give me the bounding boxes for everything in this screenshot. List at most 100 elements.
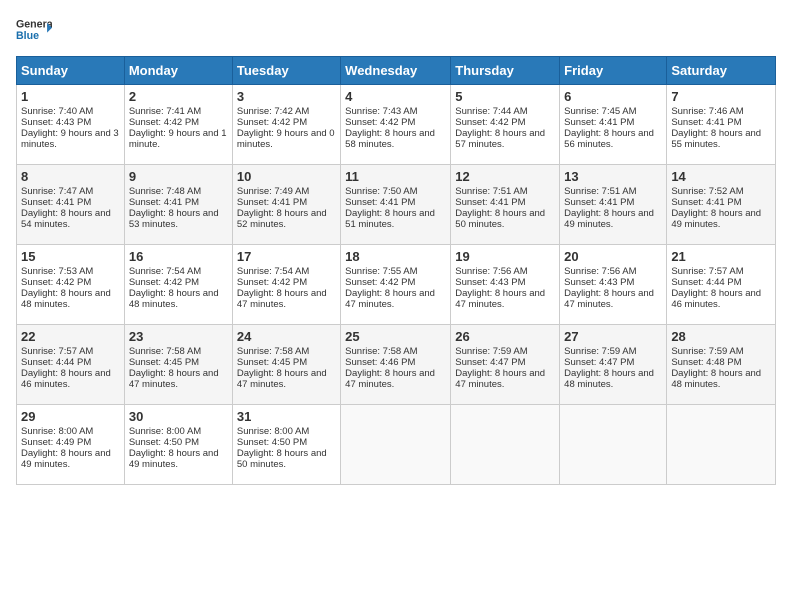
header: General Blue [16, 16, 776, 46]
sunset: Sunset: 4:41 PM [564, 197, 634, 208]
sunset: Sunset: 4:49 PM [21, 437, 91, 448]
day-number: 11 [345, 169, 446, 184]
day-number: 27 [564, 329, 662, 344]
sunset: Sunset: 4:41 PM [671, 197, 741, 208]
empty-cell [341, 405, 451, 485]
main-container: General Blue SundayMondayTuesdayWednesda… [0, 0, 792, 493]
day-number: 2 [129, 89, 228, 104]
sunrise: Sunrise: 7:57 AM [21, 346, 93, 357]
sunset: Sunset: 4:41 PM [455, 197, 525, 208]
day-number: 26 [455, 329, 555, 344]
sunrise: Sunrise: 7:48 AM [129, 186, 201, 197]
logo-icon: General Blue [16, 16, 52, 46]
sunrise: Sunrise: 7:58 AM [129, 346, 201, 357]
daylight: Daylight: 8 hours and 58 minutes. [345, 128, 435, 150]
daylight: Daylight: 8 hours and 48 minutes. [564, 368, 654, 390]
daylight: Daylight: 8 hours and 47 minutes. [455, 368, 545, 390]
day-number: 30 [129, 409, 228, 424]
day-cell-8: 8Sunrise: 7:47 AMSunset: 4:41 PMDaylight… [17, 165, 125, 245]
sunset: Sunset: 4:42 PM [237, 117, 307, 128]
empty-cell [667, 405, 776, 485]
day-number: 18 [345, 249, 446, 264]
day-cell-4: 4Sunrise: 7:43 AMSunset: 4:42 PMDaylight… [341, 85, 451, 165]
column-header-thursday: Thursday [451, 57, 560, 85]
day-number: 24 [237, 329, 336, 344]
sunrise: Sunrise: 7:45 AM [564, 106, 636, 117]
day-number: 15 [21, 249, 120, 264]
sunrise: Sunrise: 7:52 AM [671, 186, 743, 197]
daylight: Daylight: 8 hours and 53 minutes. [129, 208, 219, 230]
sunrise: Sunrise: 7:57 AM [671, 266, 743, 277]
daylight: Daylight: 8 hours and 47 minutes. [345, 288, 435, 310]
week-row-5: 29Sunrise: 8:00 AMSunset: 4:49 PMDayligh… [17, 405, 776, 485]
day-cell-26: 26Sunrise: 7:59 AMSunset: 4:47 PMDayligh… [451, 325, 560, 405]
daylight: Daylight: 8 hours and 48 minutes. [671, 368, 761, 390]
sunset: Sunset: 4:47 PM [455, 357, 525, 368]
sunset: Sunset: 4:41 PM [345, 197, 415, 208]
day-cell-16: 16Sunrise: 7:54 AMSunset: 4:42 PMDayligh… [124, 245, 232, 325]
day-number: 20 [564, 249, 662, 264]
daylight: Daylight: 8 hours and 52 minutes. [237, 208, 327, 230]
day-cell-14: 14Sunrise: 7:52 AMSunset: 4:41 PMDayligh… [667, 165, 776, 245]
sunset: Sunset: 4:50 PM [129, 437, 199, 448]
sunrise: Sunrise: 7:55 AM [345, 266, 417, 277]
sunset: Sunset: 4:43 PM [564, 277, 634, 288]
calendar-table: SundayMondayTuesdayWednesdayThursdayFrid… [16, 56, 776, 485]
daylight: Daylight: 9 hours and 0 minutes. [237, 128, 335, 150]
sunrise: Sunrise: 7:49 AM [237, 186, 309, 197]
day-cell-12: 12Sunrise: 7:51 AMSunset: 4:41 PMDayligh… [451, 165, 560, 245]
daylight: Daylight: 8 hours and 49 minutes. [671, 208, 761, 230]
daylight: Daylight: 9 hours and 1 minute. [129, 128, 227, 150]
sunrise: Sunrise: 7:43 AM [345, 106, 417, 117]
day-cell-13: 13Sunrise: 7:51 AMSunset: 4:41 PMDayligh… [560, 165, 667, 245]
daylight: Daylight: 8 hours and 50 minutes. [455, 208, 545, 230]
daylight: Daylight: 8 hours and 46 minutes. [21, 368, 111, 390]
day-cell-31: 31Sunrise: 8:00 AMSunset: 4:50 PMDayligh… [232, 405, 340, 485]
sunset: Sunset: 4:45 PM [129, 357, 199, 368]
day-number: 29 [21, 409, 120, 424]
sunrise: Sunrise: 8:00 AM [237, 426, 309, 437]
sunset: Sunset: 4:42 PM [129, 277, 199, 288]
day-number: 7 [671, 89, 771, 104]
week-row-4: 22Sunrise: 7:57 AMSunset: 4:44 PMDayligh… [17, 325, 776, 405]
day-cell-20: 20Sunrise: 7:56 AMSunset: 4:43 PMDayligh… [560, 245, 667, 325]
sunrise: Sunrise: 8:00 AM [21, 426, 93, 437]
daylight: Daylight: 8 hours and 48 minutes. [21, 288, 111, 310]
day-cell-10: 10Sunrise: 7:49 AMSunset: 4:41 PMDayligh… [232, 165, 340, 245]
sunrise: Sunrise: 7:54 AM [237, 266, 309, 277]
sunrise: Sunrise: 7:50 AM [345, 186, 417, 197]
sunset: Sunset: 4:42 PM [455, 117, 525, 128]
daylight: Daylight: 8 hours and 47 minutes. [345, 368, 435, 390]
day-number: 23 [129, 329, 228, 344]
sunset: Sunset: 4:43 PM [455, 277, 525, 288]
sunrise: Sunrise: 7:53 AM [21, 266, 93, 277]
sunrise: Sunrise: 7:59 AM [671, 346, 743, 357]
sunset: Sunset: 4:42 PM [129, 117, 199, 128]
day-number: 13 [564, 169, 662, 184]
day-number: 28 [671, 329, 771, 344]
daylight: Daylight: 8 hours and 49 minutes. [129, 448, 219, 470]
day-cell-5: 5Sunrise: 7:44 AMSunset: 4:42 PMDaylight… [451, 85, 560, 165]
day-number: 4 [345, 89, 446, 104]
sunset: Sunset: 4:41 PM [129, 197, 199, 208]
daylight: Daylight: 8 hours and 56 minutes. [564, 128, 654, 150]
day-cell-28: 28Sunrise: 7:59 AMSunset: 4:48 PMDayligh… [667, 325, 776, 405]
sunrise: Sunrise: 7:54 AM [129, 266, 201, 277]
day-cell-3: 3Sunrise: 7:42 AMSunset: 4:42 PMDaylight… [232, 85, 340, 165]
day-cell-17: 17Sunrise: 7:54 AMSunset: 4:42 PMDayligh… [232, 245, 340, 325]
sunset: Sunset: 4:46 PM [345, 357, 415, 368]
day-cell-25: 25Sunrise: 7:58 AMSunset: 4:46 PMDayligh… [341, 325, 451, 405]
daylight: Daylight: 9 hours and 3 minutes. [21, 128, 119, 150]
day-number: 1 [21, 89, 120, 104]
sunrise: Sunrise: 7:56 AM [564, 266, 636, 277]
day-number: 21 [671, 249, 771, 264]
sunset: Sunset: 4:41 PM [564, 117, 634, 128]
sunrise: Sunrise: 8:00 AM [129, 426, 201, 437]
column-header-saturday: Saturday [667, 57, 776, 85]
daylight: Daylight: 8 hours and 54 minutes. [21, 208, 111, 230]
sunrise: Sunrise: 7:51 AM [564, 186, 636, 197]
empty-cell [451, 405, 560, 485]
sunset: Sunset: 4:42 PM [21, 277, 91, 288]
daylight: Daylight: 8 hours and 55 minutes. [671, 128, 761, 150]
sunset: Sunset: 4:43 PM [21, 117, 91, 128]
